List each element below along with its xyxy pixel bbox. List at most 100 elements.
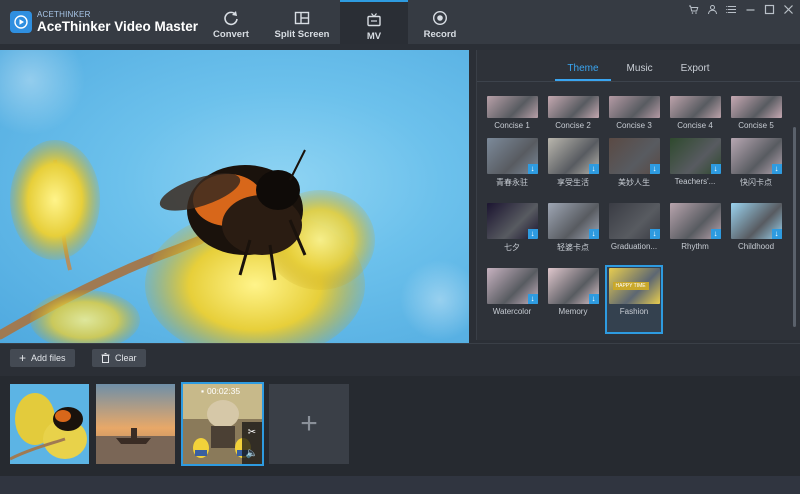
theme-label: Concise 4 [677, 121, 713, 130]
clip-thumbnail-selected[interactable]: ▪ 00:02:35 ✂ 🔈 [181, 382, 264, 466]
download-icon[interactable]: ↓ [649, 164, 660, 174]
add-files-label: Add files [31, 353, 66, 363]
user-icon[interactable] [707, 4, 718, 15]
clip-thumbnail[interactable] [96, 384, 175, 464]
theme-label: Fashion [619, 307, 649, 316]
title-bar: ACETHINKER AceThinker Video Master Conve… [0, 0, 800, 44]
download-icon[interactable]: ↓ [649, 229, 660, 239]
theme-item[interactable]: ↓ Teachers'... [668, 137, 722, 202]
theme-item[interactable]: ↓ Rhythm [668, 202, 722, 267]
theme-label: Childhood [737, 242, 775, 251]
download-icon[interactable]: ↓ [771, 164, 782, 174]
theme-item[interactable]: HAPPY TIME Fashion [605, 265, 663, 334]
clip-duration-text: 00:02:35 [207, 386, 241, 396]
video-preview[interactable] [0, 50, 469, 343]
clip-duration: ▪ 00:02:35 [201, 386, 240, 396]
theme-item[interactable]: ↓ 轻婆卡点 [546, 202, 600, 267]
action-bar: + Add files Clear [0, 343, 800, 376]
add-files-button[interactable]: + Add files [10, 349, 75, 367]
download-icon[interactable]: ↓ [588, 164, 599, 174]
tab-music[interactable]: Music [615, 63, 665, 81]
clear-button[interactable]: Clear [92, 349, 146, 367]
theme-label: Teachers'... [674, 177, 716, 186]
theme-item[interactable]: ↓ 享受生活 [546, 137, 600, 202]
tab-record-label: Record [423, 29, 457, 40]
theme-label: 美妙人生 [618, 178, 650, 187]
tab-split-screen[interactable]: Split Screen [266, 0, 338, 44]
tab-theme[interactable]: Theme [555, 63, 611, 81]
plus-icon: + [300, 407, 318, 440]
theme-label: 快闪卡点 [740, 178, 772, 187]
tab-mv[interactable]: MV [340, 0, 408, 44]
theme-scrollbar[interactable] [793, 127, 796, 327]
theme-thumbnail [730, 96, 782, 118]
theme-thumbnail: ↓ [669, 203, 721, 239]
theme-thumbnail: ↓ [486, 268, 538, 304]
theme-thumbnail: ↓ [730, 203, 782, 239]
tab-mv-label: MV [366, 31, 382, 42]
theme-thumbnail: ↓ [608, 138, 660, 174]
tab-convert[interactable]: Convert [197, 0, 265, 44]
clip-thumbnail[interactable] [10, 384, 89, 464]
scissors-icon[interactable]: ✂ [248, 427, 256, 438]
theme-item[interactable]: Concise 2 [546, 95, 600, 137]
theme-label: Concise 5 [738, 121, 774, 130]
theme-label: Watercolor [492, 307, 532, 316]
clip-timeline: ▪ 00:02:35 ✂ 🔈 + [0, 376, 800, 476]
tab-record[interactable]: Record [406, 0, 474, 44]
download-icon[interactable]: ↓ [527, 229, 538, 239]
theme-item[interactable]: ↓ 美妙人生 [607, 137, 661, 202]
theme-thumbnail: ↓ [486, 203, 538, 239]
preview-image [0, 50, 469, 343]
download-icon[interactable]: ↓ [588, 229, 599, 239]
theme-item[interactable]: Concise 5 [729, 95, 783, 137]
volume-icon[interactable]: 🔈 [246, 448, 258, 459]
theme-item[interactable]: Concise 4 [668, 95, 722, 137]
theme-item[interactable]: ↓ Graduation... [607, 202, 661, 267]
tab-export[interactable]: Export [669, 63, 722, 81]
trash-icon [101, 353, 110, 363]
tab-split-screen-label: Split Screen [274, 29, 330, 40]
download-icon[interactable]: ↓ [527, 164, 538, 174]
theme-grid: Concise 1 Concise 2 Concise 3 Concise 4 Conc… [485, 95, 785, 334]
menu-icon[interactable] [726, 4, 737, 15]
add-clip-button[interactable]: + [269, 384, 349, 464]
theme-item[interactable]: ↓ 青春永驻 [485, 137, 539, 202]
theme-thumbnail: ↓ [730, 138, 782, 174]
camera-icon: ▪ [201, 386, 205, 396]
theme-label: Concise 1 [494, 121, 530, 130]
theme-item[interactable]: ↓ 七夕 [485, 202, 539, 267]
theme-label: Rhythm [681, 242, 709, 251]
theme-label: 轻婆卡点 [557, 243, 589, 252]
theme-item[interactable]: ↓ Watercolor [485, 267, 539, 332]
theme-item[interactable]: Concise 1 [485, 95, 539, 137]
download-icon[interactable]: ↓ [710, 164, 721, 174]
theme-label: Graduation... [610, 242, 658, 251]
download-icon[interactable]: ↓ [588, 294, 599, 304]
theme-item[interactable]: ↓ Childhood [729, 202, 783, 267]
theme-item[interactable]: Concise 3 [607, 95, 661, 137]
theme-label: Memory [558, 307, 588, 316]
theme-label: Concise 2 [555, 121, 591, 130]
theme-thumbnail: ↓ [608, 203, 660, 239]
tv-icon [367, 13, 381, 27]
theme-thumbnail: ↓ [547, 268, 599, 304]
download-icon[interactable]: ↓ [771, 229, 782, 239]
refresh-icon [224, 11, 238, 26]
maximize-icon[interactable] [764, 4, 775, 15]
theme-thumbnail: HAPPY TIME [608, 268, 660, 304]
status-bar [0, 476, 800, 494]
theme-label: Concise 3 [616, 121, 652, 130]
theme-thumbnail [547, 96, 599, 118]
theme-label: 享受生活 [557, 178, 589, 187]
theme-thumbnail: ↓ [486, 138, 538, 174]
download-icon[interactable]: ↓ [710, 229, 721, 239]
cart-icon[interactable] [688, 4, 699, 15]
download-icon[interactable]: ↓ [527, 294, 538, 304]
theme-item[interactable]: ↓ 快闪卡点 [729, 137, 783, 202]
record-icon [432, 10, 448, 26]
close-icon[interactable] [783, 4, 794, 15]
split-screen-icon [294, 11, 310, 25]
theme-item[interactable]: ↓ Memory [546, 267, 600, 332]
minimize-icon[interactable] [745, 4, 756, 15]
